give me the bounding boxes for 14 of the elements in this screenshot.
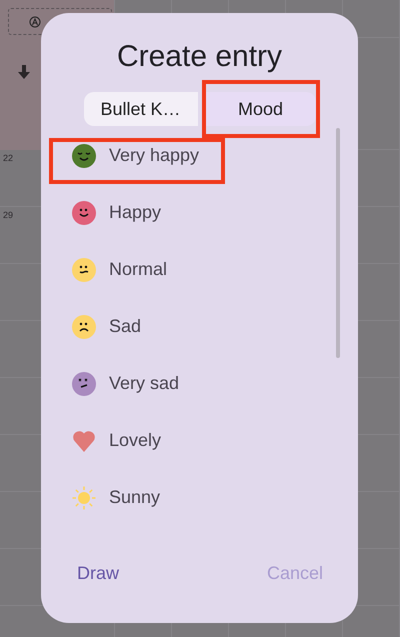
tab[interactable]: Bullet K… bbox=[84, 92, 198, 126]
option-label: Very happy bbox=[109, 145, 200, 166]
dialog-title: Create entry bbox=[116, 39, 284, 75]
mood-option[interactable]: Very happy bbox=[41, 128, 358, 185]
draw-button[interactable]: Draw bbox=[77, 563, 120, 584]
mood-option[interactable]: Normal bbox=[41, 242, 358, 299]
mood-option[interactable]: Sunny bbox=[41, 470, 358, 527]
mood-option[interactable]: Lovely bbox=[41, 413, 358, 470]
tab[interactable]: Mood bbox=[206, 92, 316, 126]
date-number: 29 bbox=[3, 210, 14, 220]
mood-option[interactable]: Happy bbox=[41, 185, 358, 242]
mood-option[interactable]: Very sad bbox=[41, 356, 358, 413]
date-number: 22 bbox=[3, 153, 14, 163]
mood-option[interactable]: Sad bbox=[41, 299, 358, 356]
